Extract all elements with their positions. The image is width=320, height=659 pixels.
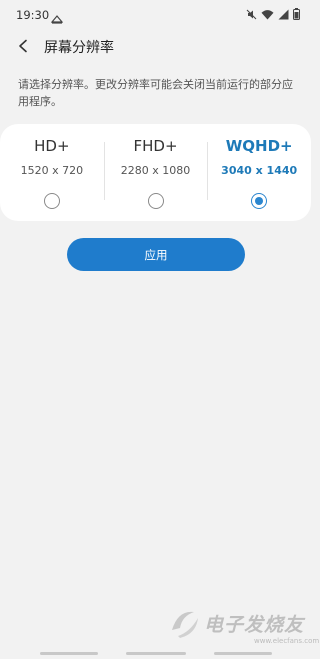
resolution-name: HD+	[34, 137, 70, 155]
battery-icon	[293, 8, 300, 20]
radio-fhd[interactable]	[147, 193, 164, 209]
header: 屏幕分辨率	[0, 34, 312, 60]
resolution-option-fhd[interactable]: FHD+ 2280 x 1080	[103, 124, 208, 221]
resolution-option-wqhd[interactable]: WQHD+ 3040 x 1440	[207, 124, 311, 221]
nav-hint-right	[214, 652, 272, 655]
description-text: 请选择分辨率。更改分辨率可能会关闭当前运行的部分应用程序。	[18, 78, 293, 108]
watermark: 电子发烧友 www.elecfans.com	[168, 600, 319, 650]
signal-icon	[278, 9, 289, 20]
resolution-size: 1520 x 720	[20, 164, 84, 177]
resolution-name: WQHD+	[225, 137, 293, 155]
nav-hint-left	[40, 652, 98, 655]
wifi-icon	[261, 9, 274, 20]
notification-icon	[50, 9, 64, 24]
apply-button[interactable]: 应用	[67, 238, 245, 271]
page-title: 屏幕分辨率	[44, 40, 114, 56]
resolution-option-hd[interactable]: HD+ 1520 x 720	[0, 124, 104, 221]
mute-icon	[246, 9, 257, 20]
back-arrow-icon	[19, 39, 27, 53]
watermark-text: 电子发烧友	[204, 614, 305, 636]
status-time: 19:30	[16, 8, 50, 22]
resolution-options-card: HD+ 1520 x 720 FHD+ 2280 x 1080 WQHD+ 30…	[0, 124, 311, 221]
resolution-size: 3040 x 1440	[221, 164, 298, 177]
radio-hd[interactable]	[43, 193, 60, 209]
watermark-logo-icon	[172, 611, 198, 638]
status-bar: 19:30	[0, 0, 312, 30]
status-icons	[246, 7, 300, 21]
nav-hint-center	[126, 652, 186, 655]
resolution-name: FHD+	[133, 137, 178, 155]
radio-wqhd[interactable]	[251, 193, 268, 209]
back-button[interactable]	[12, 35, 34, 57]
watermark-url: www.elecfans.com	[254, 637, 320, 645]
resolution-size: 2280 x 1080	[120, 164, 191, 177]
